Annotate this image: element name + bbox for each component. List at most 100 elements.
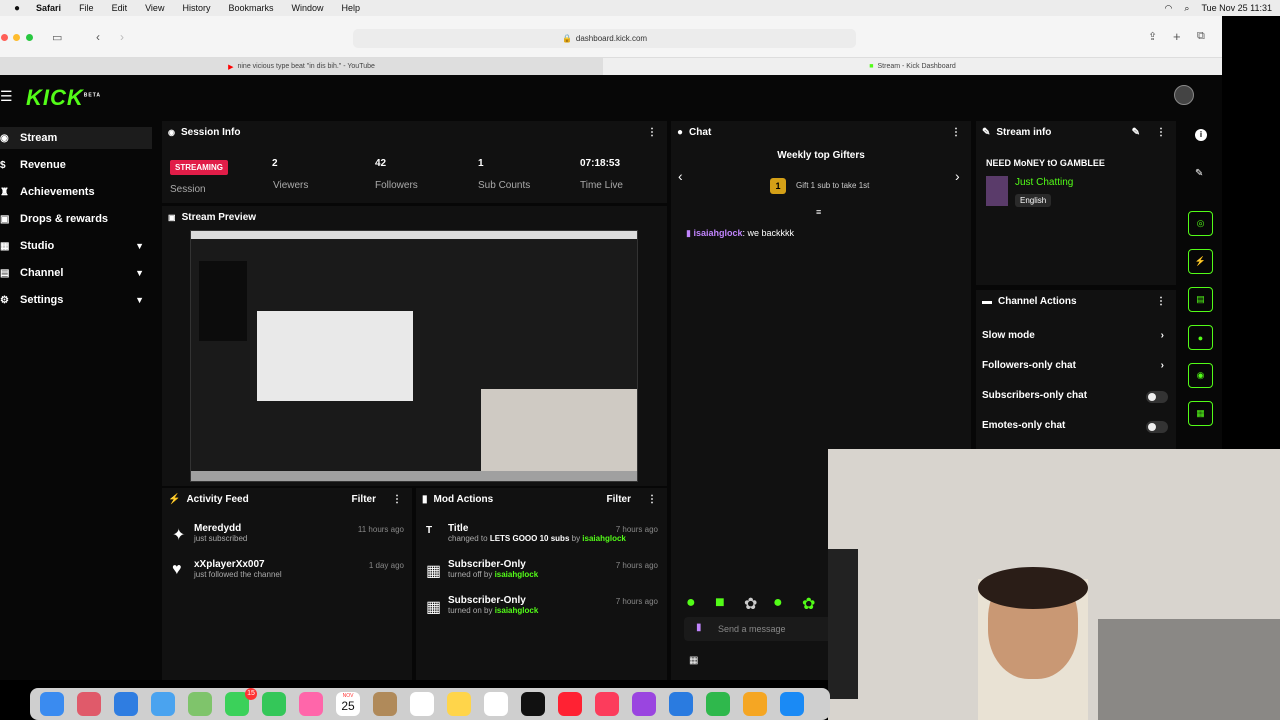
menu-help[interactable]: Help [342,3,361,13]
finder-icon[interactable] [40,692,64,716]
filter-icon[interactable]: ≡ [816,207,821,217]
viewers-stat: 2 [272,158,278,169]
tab-overview-icon[interactable]: ⧉ [1197,30,1205,43]
reminders-icon[interactable] [410,692,434,716]
menu-app[interactable]: Safari [36,3,61,13]
address-bar[interactable]: 🔒 dashboard.kick.com [353,29,856,48]
podcasts-icon[interactable] [632,692,656,716]
clock-text[interactable]: Tue Nov 25 11:31 [1201,3,1272,13]
launchpad-icon[interactable] [77,692,101,716]
rail-doc-icon[interactable]: ▤ [1188,287,1213,312]
close-window-button[interactable] [1,34,8,41]
rail-bolt-icon[interactable]: ⚡ [1188,249,1213,274]
more-icon[interactable]: ⋮ [647,494,657,505]
subscribers-only-toggle[interactable] [1146,391,1168,403]
sidebar-toggle-icon[interactable]: ▭ [52,31,62,44]
tab-kick-dashboard[interactable]: ■ Stream - Kick Dashboard [603,58,1222,75]
mod-user[interactable]: isaiahglock [582,534,626,543]
share-icon[interactable]: ⇪ [1148,30,1157,43]
photos-icon[interactable] [299,692,323,716]
more-icon[interactable]: ⋮ [951,127,961,138]
more-icon[interactable]: ⋮ [1156,127,1166,138]
numbers-icon[interactable] [706,692,730,716]
facetime-icon[interactable] [262,692,286,716]
sidebar-item-settings[interactable]: ⚙ Settings ▼ [0,289,152,311]
forward-icon[interactable]: › [120,30,124,44]
sidebar-item-revenue[interactable]: $ Revenue [0,154,152,176]
rail-target-icon[interactable]: ◎ [1188,211,1213,236]
panel-title: Stream info [996,126,1052,138]
hamburger-menu-icon[interactable]: ☰ [0,88,13,105]
stat-value: 07:18:53 [580,158,621,169]
menu-bookmarks[interactable]: Bookmarks [228,3,273,13]
more-icon[interactable]: ⋮ [647,127,657,138]
chat-input[interactable]: ▮ Send a message [684,617,834,641]
menu-view[interactable]: View [145,3,164,13]
chevron-right-icon[interactable]: › [955,168,960,184]
sidebar-item-channel[interactable]: ▤ Channel ▼ [0,262,152,284]
mod-sub: turned off by isaiahglock [448,570,658,579]
appstore-icon[interactable] [780,692,804,716]
menu-window[interactable]: Window [291,3,323,13]
wifi-icon[interactable]: ◠ [1165,3,1173,14]
activity-time: 1 day ago [368,561,404,570]
edit-icon[interactable]: ✎ [1132,127,1140,138]
emote-icon[interactable]: ■ [715,594,725,612]
menu-history[interactable]: History [182,3,210,13]
keynote-icon[interactable] [669,692,693,716]
tv-icon[interactable] [521,692,545,716]
kick-logo[interactable]: KICKBETA [26,85,101,111]
maps-icon[interactable] [188,692,212,716]
rail-chat-icon[interactable]: ● [1188,325,1213,350]
tab-youtube[interactable]: ▶ nine vicious type beat "in dis bih." -… [0,58,603,75]
minimize-window-button[interactable] [13,34,20,41]
chat-username[interactable]: isaiahglock [693,228,742,238]
emote-icon[interactable]: ● [686,594,696,612]
freeform-icon[interactable] [484,692,508,716]
emote-icon[interactable]: ✿ [744,594,757,614]
emotes-only-toggle[interactable] [1146,421,1168,433]
menu-file[interactable]: File [79,3,94,13]
news-icon[interactable] [558,692,582,716]
music-icon[interactable] [595,692,619,716]
avatar[interactable] [1174,85,1194,105]
stream-preview-video[interactable] [190,230,638,482]
mod-user[interactable]: isaiahglock [495,606,539,615]
pencil-icon[interactable]: ✎ [1195,168,1203,179]
chevron-left-icon[interactable]: ‹ [678,168,683,184]
menu-edit[interactable]: Edit [112,3,128,13]
activity-item: ♥ xXplayerXx007 just followed the channe… [172,559,404,579]
notes-icon[interactable] [447,692,471,716]
streaming-badge: STREAMING [170,157,228,175]
mod-user[interactable]: isaiahglock [495,570,539,579]
sidebar-label: Revenue [20,159,66,171]
more-icon[interactable]: ⋮ [392,494,402,505]
sidebar-item-drops[interactable]: ▣ Drops & rewards [0,208,152,230]
gift-icon[interactable]: ▦ [689,655,698,666]
info-icon[interactable]: i [1195,129,1207,141]
apple-icon[interactable]: ● [14,3,20,14]
safari-icon[interactable] [114,692,138,716]
calendar-icon[interactable]: NOV 25 [336,692,360,716]
sidebar-item-studio[interactable]: ▦ Studio ▼ [0,235,152,257]
back-icon[interactable]: ‹ [96,30,100,44]
pages-icon[interactable] [743,692,767,716]
sidebar-item-stream[interactable]: ◉ Stream [0,127,152,149]
mail-icon[interactable] [151,692,175,716]
filter-button[interactable]: Filter [352,494,376,505]
filter-button[interactable]: Filter [607,494,631,505]
emote-icon[interactable]: ● [773,594,783,612]
search-icon[interactable]: ⌕ [1184,3,1189,14]
followers-only-row[interactable]: Followers-only chat › [982,360,1170,371]
zoom-window-button[interactable] [26,34,33,41]
category-link[interactable]: Just Chatting [1015,177,1073,188]
slow-mode-row[interactable]: Slow mode › [982,330,1170,341]
rail-broadcast-icon[interactable]: ◉ [1188,363,1213,388]
more-icon[interactable]: ⋮ [1156,296,1166,307]
contacts-icon[interactable] [373,692,397,716]
new-tab-icon[interactable]: + [1173,29,1181,44]
bolt-icon: ⚡ [168,493,181,505]
sidebar-item-achievements[interactable]: ♜ Achievements [0,181,152,203]
rail-card-icon[interactable]: ▦ [1188,401,1213,426]
emote-icon[interactable]: ✿ [802,594,815,614]
